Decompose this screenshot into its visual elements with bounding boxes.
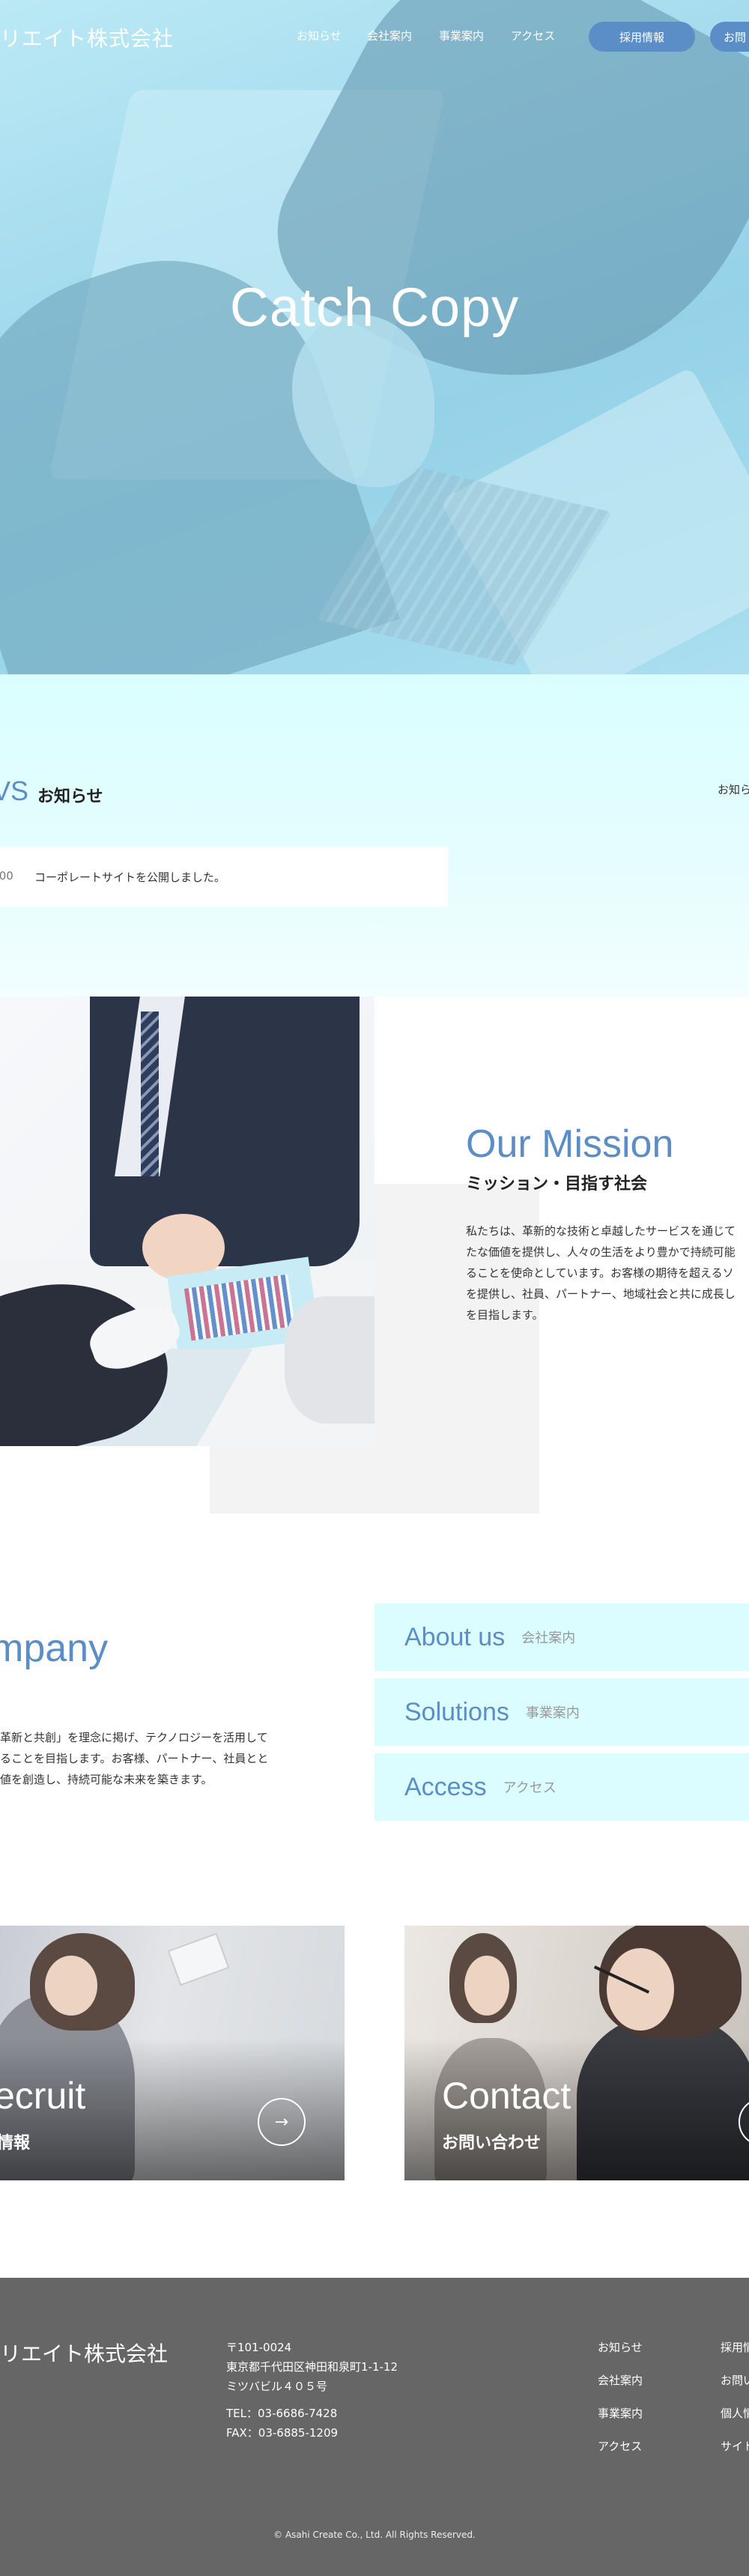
tie-shape [141,1012,159,1176]
contact-button[interactable]: お問 [710,22,749,52]
nav-link-access[interactable]: アクセス [511,28,555,46]
nav-item-business[interactable]: 事業案内 [439,28,484,46]
nav-item-company[interactable]: 会社案内 [367,28,412,46]
mission-title: Our Mission [466,1122,674,1166]
mission-text-line: を提供し、社員、パートナー、地域社会と共に成長し [466,1287,736,1301]
about-us-link[interactable]: About us 会社案内 [374,1603,749,1671]
news-title: VS [0,775,29,806]
footer-address-line: 東京都千代田区神田和泉町1-1-12 [226,2360,398,2374]
company-text-line: 革新と共創」を理念に掲げ、テクノロジーを活用して [0,1731,268,1744]
footer-link-privacy[interactable]: 個人情 [721,2405,749,2421]
company-text-line: ることを目指します。お客様、パートナー、社員とと [0,1752,269,1765]
contact-card-subtitle: お問い合わせ [442,2134,542,2153]
nav-link-company[interactable]: 会社案内 [367,28,412,46]
recruit-face-shape [45,1956,97,2016]
footer-tel: TEL：03-6686-7428 [226,2407,338,2420]
news-subtitle: お知らせ [37,787,103,806]
footer-link-company[interactable]: 会社案内 [598,2372,643,2388]
footer-link-access[interactable]: アクセス [598,2438,642,2454]
news-view-all-link[interactable]: お知ら [718,781,749,797]
footer-postal-code: 〒101-0024 [226,2341,292,2354]
mission-text-line: を目指します。 [466,1308,544,1322]
solutions-label: Solutions [404,1697,509,1726]
footer-logo[interactable]: リエイト株式会社 [0,2338,168,2368]
footer-link-business[interactable]: 事業案内 [598,2405,643,2421]
footer-address-building: ミツバビル４０５号 [226,2380,328,2393]
about-us-label: About us [404,1622,506,1651]
contact-card-title: Contact [442,2075,571,2117]
site-logo[interactable]: リエイト株式会社 [0,22,174,52]
access-link[interactable]: Access アクセス [374,1753,749,1821]
recruit-card-title: ecruit [0,2075,86,2117]
recruit-card-subtitle: 情報 [0,2134,31,2153]
footer-fax: FAX：03-6885-1209 [226,2426,339,2440]
footer-link-recruit[interactable]: 採用情 [721,2339,749,2355]
nav-item-news[interactable]: お知らせ [297,28,342,46]
footer-link-contact[interactable]: お問い [721,2372,749,2388]
company-title: mpany [0,1627,109,1670]
mission-subtitle: ミッション・目指す社会 [466,1175,648,1194]
solutions-link[interactable]: Solutions 事業案内 [374,1678,749,1746]
access-label: Access [404,1772,487,1801]
recruit-card[interactable]: ecruit 情報 → [0,1926,345,2180]
mission-text-line: ることを使命としています。お客様の期待を超えるソ [466,1266,734,1280]
contact-card[interactable]: Contact お問い合わせ [404,1926,749,2180]
recruit-button[interactable]: 採用情報 [589,22,695,52]
mission-office-image [0,997,374,1446]
phone-shape [285,1296,374,1424]
mission-text-line: 私たちは、革新的な技術と卓越したサービスを通じて [466,1224,736,1238]
access-ja-label: アクセス [503,1780,557,1796]
solutions-ja-label: 事業案内 [525,1705,580,1721]
news-item-text[interactable]: コーポレートサイトを公開しました。 [34,869,225,885]
news-item-date: .00 [0,869,13,883]
news-section [0,674,749,997]
nav-link-news[interactable]: お知らせ [297,28,342,46]
footer-copyright: © Asahi Create Co., Ltd. All Rights Rese… [273,2530,476,2540]
recruit-frame-shape [167,1932,230,1986]
footer-link-sitemap[interactable]: サイト [721,2438,749,2454]
mission-text-line: たな価値を提供し、人々の生活をより豊かで持続可能 [466,1245,736,1259]
footer-link-news[interactable]: お知らせ [598,2339,643,2355]
contact-face-back-shape [464,1956,509,2016]
arrow-right-icon: → [274,2112,289,2132]
hero-catch-copy: Catch Copy [229,278,520,338]
nav-link-business[interactable]: 事業案内 [439,28,484,46]
company-text-line: 値を創造し、持続可能な未来を築きます。 [0,1773,213,1786]
recruit-arrow-button[interactable]: → [258,2098,306,2146]
nav-item-access[interactable]: アクセス [511,28,555,46]
about-us-ja-label: 会社案内 [521,1630,576,1646]
